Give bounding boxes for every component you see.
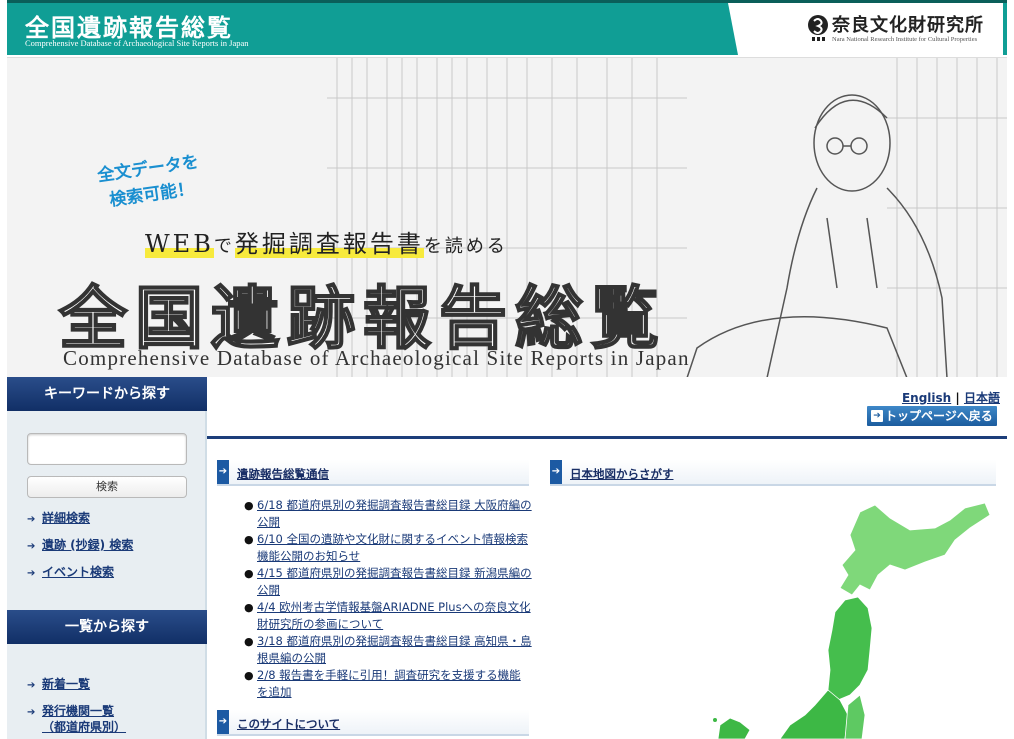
news-item-text: 4/15 都道府県別の発掘調査報告書総目録 新潟県編の公開 bbox=[257, 566, 532, 597]
news-heading: ➔ 遺跡報告総覧通信 bbox=[217, 460, 529, 486]
site-search-label: 遺跡 (抄録) 検索 bbox=[42, 538, 134, 552]
bullet-icon: ● bbox=[244, 533, 254, 546]
list-browse-heading: 一覧から探す bbox=[7, 610, 207, 644]
keyword-search-heading: キーワードから探す bbox=[7, 377, 207, 411]
japanese-link[interactable]: 日本語 bbox=[964, 391, 1000, 405]
news-list: ● 6/18 都道府県別の発掘調査報告書総目録 大阪府編の公開 ● 6/10 全国の遺… bbox=[240, 497, 532, 701]
map-heading: ➔ 日本地図からさがす bbox=[550, 460, 996, 486]
keyword-search-input[interactable] bbox=[27, 433, 187, 465]
news-item-text: 6/10 全国の遺跡や文化財に関するイベント情報検索機能公開のお知らせ bbox=[257, 532, 528, 563]
news-item-text: 4/4 欧州考古学情報基盤ARIADNE Plusへの奈良文化財研究所の参画につ… bbox=[257, 600, 531, 631]
bullet-icon: ● bbox=[244, 669, 254, 682]
publishers-label: 発行機関一覧 bbox=[42, 704, 115, 718]
catch-report: 発掘調査報告書 bbox=[234, 230, 424, 258]
org-name[interactable]: 奈良文化財研究所 bbox=[832, 11, 984, 37]
catch-de: で bbox=[213, 236, 235, 257]
news-item[interactable]: ● 6/10 全国の遺跡や文化財に関するイベント情報検索機能公開のお知らせ bbox=[240, 531, 532, 565]
header-top-line bbox=[7, 0, 1007, 3]
bullet-icon: ● bbox=[244, 499, 254, 512]
map-region-kanto bbox=[844, 694, 866, 739]
arrow-right-icon: ➔ bbox=[27, 568, 36, 579]
news-item-text: 2/8 報告書を手軽に引用！調査研究を支援する機能を追加 bbox=[257, 668, 521, 699]
language-separator: | bbox=[955, 391, 960, 405]
site-search-link[interactable]: ➔ 遺跡 (抄録) 検索 bbox=[27, 537, 133, 553]
arrow-right-icon: ➔ bbox=[550, 460, 562, 484]
sidebar: キーワードから探す 検索 ➔ 詳細検索 ➔ 遺跡 (抄録) 検索 ➔ イベント検索 一… bbox=[7, 377, 207, 739]
bullet-icon: ● bbox=[244, 635, 254, 648]
new-arrivals-label: 新着一覧 bbox=[42, 677, 91, 691]
new-arrivals-link[interactable]: ➔ 新着一覧 bbox=[27, 676, 90, 692]
arrow-right-icon: ➔ bbox=[871, 410, 883, 422]
news-item-text: 6/18 都道府県別の発掘調査報告書総目録 大阪府編の公開 bbox=[257, 498, 532, 529]
arrow-right-icon: ➔ bbox=[217, 460, 229, 484]
advanced-search-link[interactable]: ➔ 詳細検索 bbox=[27, 510, 90, 526]
back-to-top-label: トップページへ戻る bbox=[885, 409, 993, 423]
event-search-label: イベント検索 bbox=[42, 565, 115, 579]
news-heading-label[interactable]: 遺跡報告総覧通信 bbox=[237, 466, 329, 482]
news-item[interactable]: ● 4/15 都道府県別の発掘調査報告書総目録 新潟県編の公開 bbox=[240, 565, 532, 599]
publishers-link[interactable]: ➔ 発行機関一覧 bbox=[27, 703, 114, 719]
hero-banner: 全文データを 検索可能！ WEBで発掘調査報告書を読める 全国遺跡報告総覧 Co… bbox=[7, 57, 1007, 377]
page-edge bbox=[1007, 0, 1014, 739]
catch-read: を読める bbox=[423, 236, 508, 257]
arrow-right-icon: ➔ bbox=[27, 514, 36, 525]
arrow-right-icon: ➔ bbox=[217, 710, 229, 734]
map-heading-label[interactable]: 日本地図からさがす bbox=[570, 466, 674, 482]
about-heading: ➔ このサイトについて bbox=[217, 710, 529, 736]
map-region-west bbox=[717, 717, 751, 739]
main-divider bbox=[207, 436, 1007, 439]
arrow-right-icon: ➔ bbox=[27, 680, 36, 691]
news-item[interactable]: ● 4/4 欧州考古学情報基盤ARIADNE Plusへの奈良文化財研究所の参画に… bbox=[240, 599, 532, 633]
advanced-search-label: 詳細検索 bbox=[42, 511, 91, 525]
site-title-english: Comprehensive Database of Archaeological… bbox=[25, 38, 249, 48]
banner-subtitle: Comprehensive Database of Archaeological… bbox=[63, 346, 690, 370]
arrow-right-icon: ➔ bbox=[27, 707, 36, 718]
news-item[interactable]: ● 3/18 都道府県別の発掘調査報告書総目録 高知県・島根県編の公開 bbox=[240, 633, 532, 667]
map-region-tohoku bbox=[827, 596, 873, 701]
language-switcher: English | 日本語 bbox=[880, 389, 1000, 406]
search-button[interactable]: 検索 bbox=[27, 476, 187, 498]
back-to-top-button[interactable]: ➔ トップページへ戻る bbox=[867, 406, 997, 426]
japan-map[interactable] bbox=[700, 500, 1000, 739]
publishers-by-prefecture-link[interactable]: （都道府県別） bbox=[42, 719, 126, 735]
nabunken-logo-icon[interactable] bbox=[806, 13, 830, 43]
catch-web: WEB bbox=[145, 230, 214, 258]
bullet-icon: ● bbox=[244, 601, 254, 614]
news-item[interactable]: ● 6/18 都道府県別の発掘調査報告書総目録 大阪府編の公開 bbox=[240, 497, 532, 531]
about-heading-label[interactable]: このサイトについて bbox=[237, 716, 340, 732]
english-link[interactable]: English bbox=[902, 391, 951, 405]
org-name-english: Nara National Research Institute for Cul… bbox=[832, 36, 978, 43]
news-item-text: 3/18 都道府県別の発掘調査報告書総目録 高知県・島根県編の公開 bbox=[257, 634, 532, 665]
banner-catchphrase: WEBで発掘調査報告書を読める bbox=[145, 224, 508, 259]
map-region-hokkaido bbox=[839, 502, 991, 596]
event-search-link[interactable]: ➔ イベント検索 bbox=[27, 564, 114, 580]
news-item[interactable]: ● 2/8 報告書を手軽に引用！調査研究を支援する機能を追加 bbox=[240, 667, 532, 701]
bullet-icon: ● bbox=[244, 567, 254, 580]
arrow-right-icon: ➔ bbox=[27, 541, 36, 552]
